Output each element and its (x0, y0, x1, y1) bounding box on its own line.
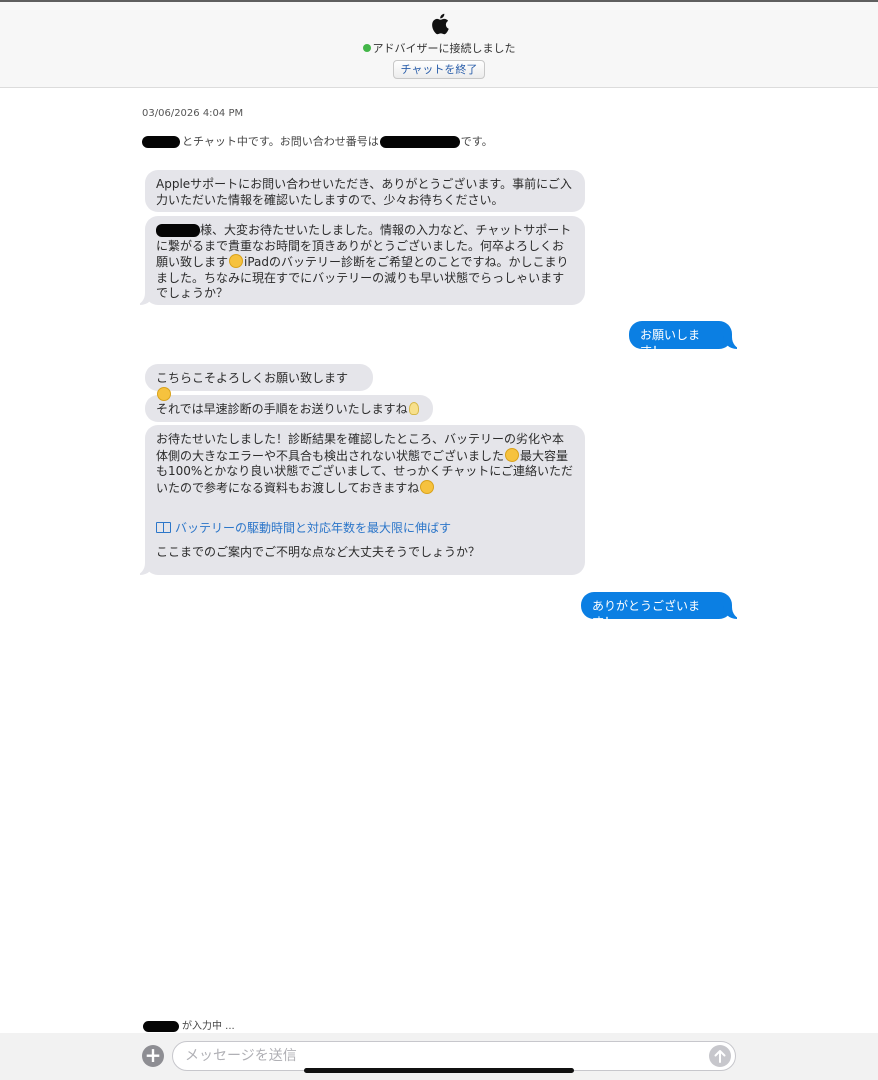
user-message: お願いします！ (629, 321, 743, 358)
chat-system-line: とチャット中です。お問い合わせ番号は です。 (142, 133, 493, 149)
light-bulb-emoji-icon (408, 402, 419, 415)
smiling-face-emoji-icon (420, 479, 435, 494)
support-article-link[interactable]: バッテリーの駆動時間と対応年数を最大限に伸ばす (156, 521, 574, 537)
message-text: お願いします！ (640, 328, 701, 358)
message-text: ここまでのご案内でご不明な点など大丈夫そうでしょうか？ (156, 544, 481, 559)
advisor-message: お待たせいたしました！診断結果を確認したところ、バッテリーの劣化や本体側の大きな… (134, 425, 585, 575)
typing-indicator-text: が入力中 ... (182, 1021, 235, 1032)
smiling-face-emoji-icon (157, 386, 171, 401)
message-text: こちらこそよろしくお願い致します (156, 371, 349, 385)
system-line-text: とチャット中です。お問い合わせ番号は (182, 135, 379, 148)
arrow-up-icon (714, 1050, 726, 1063)
relieved-face-emoji-icon (229, 254, 244, 268)
add-attachment-button[interactable]: + (142, 1045, 164, 1067)
user-message: ありがとうございます！ (581, 592, 743, 629)
connection-status-text: アドバイザーに接続しました (372, 42, 516, 55)
grinning-face-emoji-icon (505, 447, 520, 462)
message-text: Appleサポートにお問い合わせいただき、ありがとうございます。事前にご入力いた… (156, 177, 572, 207)
redacted-name (156, 224, 200, 237)
connected-status-dot-icon (362, 44, 371, 52)
redacted-case-number (379, 136, 460, 148)
send-button[interactable] (709, 1045, 731, 1067)
message-text: お待たせいたしました！診断結果を確認したところ、バッテリーの劣化や本体側の大きな… (156, 432, 565, 463)
advisor-message: それでは早速診断の手順をお送りいたしますね (145, 395, 433, 422)
redacted-name (143, 1020, 179, 1032)
typing-indicator: が入力中 ... (143, 1017, 235, 1032)
book-icon (156, 522, 171, 533)
home-indicator (304, 1068, 574, 1073)
end-chat-button[interactable]: チャットを終了 (393, 60, 485, 79)
chat-timestamp: 03/06/2026 4:04 PM (142, 108, 244, 119)
system-line-suffix: です。 (460, 135, 493, 148)
advisor-message: Appleサポートにお問い合わせいただき、ありがとうございます。事前にご入力いた… (145, 170, 585, 212)
advisor-message: こちらこそよろしくお願い致します (145, 364, 373, 401)
message-text: ありがとうございます！ (592, 599, 701, 629)
connection-status: アドバイザーに接続しました (0, 40, 878, 56)
support-article-link-text[interactable]: バッテリーの駆動時間と対応年数を最大限に伸ばす (175, 521, 451, 535)
message-text: それでは早速診断の手順をお送りいたしますね (156, 402, 408, 416)
message-input[interactable] (172, 1041, 736, 1071)
apple-logo-icon (432, 13, 449, 35)
redacted-name (142, 136, 180, 148)
top-edge-divider (0, 0, 878, 2)
chat-header: アドバイザーに接続しました チャットを終了 (0, 0, 878, 88)
advisor-message: 様、大変お待たせいたしました。情報の入力など、チャットサポートに繋がるまで貴重な… (134, 216, 585, 305)
